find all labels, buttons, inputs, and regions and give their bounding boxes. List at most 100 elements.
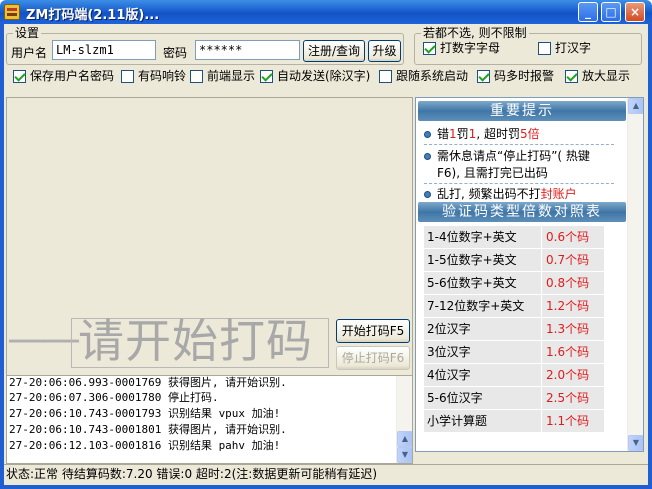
checkbox-label: 有码响铃 <box>138 69 187 83</box>
table-cell-type: 7-12位数字+英文 <box>424 295 542 317</box>
checkbox-empty <box>379 69 392 83</box>
settings-legend: 设置 <box>13 26 42 40</box>
table-cell-type: 4位汉字 <box>424 364 542 386</box>
checkbox-chinese[interactable]: 打汉字 <box>538 41 591 55</box>
scroll-down-icon[interactable]: ▼ <box>397 447 412 463</box>
checkbox-empty <box>538 41 551 55</box>
table-cell-type: 5-6位数字+英文 <box>424 272 542 294</box>
tip-ban: 乱打, 频繁出码不打封账户 <box>424 185 577 203</box>
status-bar: 状态:正常 待结算码数:7.20 错误:0 超时:2(注:数据更新可能稍有延迟) <box>4 464 648 483</box>
table-row: 5-6位数字+英文 0.8个码 <box>424 272 604 294</box>
close-button[interactable]: × <box>625 2 645 22</box>
captcha-panel: —— 请开始打码 开始打码F5 停止打码F6 27-20:06:06.993-0… <box>6 97 413 464</box>
log-line: 27-20:06:06.993-0001769 获得图片, 请开始识别. <box>9 376 287 389</box>
table-cell-value: 0.7个码 <box>542 249 604 271</box>
table-row: 1-4位数字+英文 0.6个码 <box>424 226 604 248</box>
limits-legend: 若都不选, 则不限制 <box>421 26 529 40</box>
minimize-button[interactable]: _ <box>578 2 598 22</box>
log-scrollbar[interactable]: ▲ ▼ <box>396 376 412 463</box>
table-cell-value: 1.1个码 <box>542 410 604 432</box>
stop-button[interactable]: 停止打码F6 <box>336 346 410 370</box>
checkbox-letters-digits[interactable]: 打数字字母 <box>423 41 500 55</box>
checkmark-icon <box>260 69 273 83</box>
start-button[interactable]: 开始打码F5 <box>336 319 410 343</box>
checkbox-zoom-display[interactable]: 放大显示 <box>565 69 630 83</box>
scroll-up-icon[interactable]: ▲ <box>397 431 412 447</box>
table-row: 5-6位汉字 2.5个码 <box>424 387 604 409</box>
checkmark-icon <box>477 69 490 83</box>
app-icon <box>4 4 20 20</box>
scroll-down-icon[interactable]: ▼ <box>628 435 643 451</box>
table-cell-type: 2位汉字 <box>424 318 542 340</box>
checkbox-label: 跟随系统启动 <box>396 69 469 83</box>
tip-rest: 需休息请点“停止打码”( 热键 <box>424 147 590 165</box>
bullet-icon <box>424 191 431 198</box>
table-cell-type: 1-4位数字+英文 <box>424 226 542 248</box>
username-field[interactable]: LM-slzm1 <box>52 40 156 60</box>
table-header: 验证码类型倍数对照表 <box>418 202 626 222</box>
title-bar[interactable]: ZM打码端(2.11版)... _ □ × <box>0 0 652 24</box>
table-row: 4位汉字 2.0个码 <box>424 364 604 386</box>
checkbox-label: 前端显示 <box>207 69 256 83</box>
checkbox-label: 自动发送(除汉字) <box>277 69 371 83</box>
captcha-dash: —— <box>7 316 81 362</box>
window-frame-bottom <box>0 485 652 489</box>
checkbox-sound-alert[interactable]: 有码响铃 <box>121 69 186 83</box>
log-line: 27-20:06:07.306-0001780 停止打码. <box>9 391 219 404</box>
checkbox-empty <box>190 69 203 83</box>
bullet-icon <box>424 131 431 138</box>
checkbox-label: 保存用户名密码 <box>30 69 115 83</box>
checkmark-icon <box>13 69 26 83</box>
checkmark-icon <box>565 69 578 83</box>
table-cell-value: 2.0个码 <box>542 364 604 386</box>
checkbox-bring-front[interactable]: 前端显示 <box>190 69 255 83</box>
checkmark-icon <box>423 41 436 55</box>
upgrade-button[interactable]: 升级 <box>368 40 401 62</box>
checkbox-save-credentials[interactable]: 保存用户名密码 <box>13 69 114 83</box>
log-line: 27-20:06:10.743-0001793 识别结果 vpux 加油! <box>9 407 281 420</box>
username-label: 用户名 <box>11 46 48 60</box>
table-cell-value: 0.6个码 <box>542 226 604 248</box>
table-row: 1-5位数字+英文 0.7个码 <box>424 249 604 271</box>
window-frame-right <box>648 24 652 489</box>
checkbox-label: 码多时报警 <box>494 69 555 83</box>
tips-header: 重要提示 <box>418 101 626 121</box>
table-cell-value: 2.5个码 <box>542 387 604 409</box>
tip-separator <box>424 183 614 184</box>
table-row: 3位汉字 1.6个码 <box>424 341 604 363</box>
checkbox-overload-alarm[interactable]: 码多时报警 <box>477 69 554 83</box>
maximize-button[interactable]: □ <box>601 2 621 22</box>
checkbox-label: 放大显示 <box>582 69 631 83</box>
log-list[interactable]: 27-20:06:06.993-0001769 获得图片, 请开始识别. 27-… <box>7 375 412 463</box>
checkbox-auto-send[interactable]: 自动发送(除汉字) <box>260 69 370 83</box>
table-row: 2位汉字 1.3个码 <box>424 318 604 340</box>
password-label: 密码 <box>163 46 188 60</box>
password-field[interactable]: ****** <box>195 40 300 60</box>
tip-penalty: 错1罚1, 超时罚5倍 <box>424 125 540 143</box>
checkbox-empty <box>121 69 134 83</box>
captcha-placeholder: 请开始打码 <box>78 314 313 368</box>
checkbox-label: 打汉字 <box>555 41 592 55</box>
table-cell-value: 1.3个码 <box>542 318 604 340</box>
table-cell-value: 0.8个码 <box>542 272 604 294</box>
register-query-button[interactable]: 注册/查询 <box>303 40 365 62</box>
log-line: 27-20:06:12.103-0001816 识别结果 pahv 加油! <box>9 439 281 452</box>
table-cell-type: 1-5位数字+英文 <box>424 249 542 271</box>
checkbox-label: 打数字字母 <box>440 41 501 55</box>
table-cell-type: 3位汉字 <box>424 341 542 363</box>
client-area: 设置 用户名 LM-slzm1 密码 ****** 注册/查询 升级 若都不选,… <box>4 24 648 485</box>
table-row: 7-12位数字+英文 1.2个码 <box>424 295 604 317</box>
table-cell-value: 1.6个码 <box>542 341 604 363</box>
bullet-icon <box>424 153 431 160</box>
table-cell-type: 5-6位汉字 <box>424 387 542 409</box>
window-title: ZM打码端(2.11版)... <box>26 8 160 23</box>
log-line: 27-20:06:10.743-0001801 获得图片, 请开始识别. <box>9 423 287 436</box>
checkbox-autostart[interactable]: 跟随系统启动 <box>379 69 468 83</box>
scroll-up-icon[interactable]: ▲ <box>628 98 643 114</box>
tip-separator <box>424 144 614 145</box>
info-scrollbar[interactable]: ▲ ▼ <box>627 98 643 451</box>
table-cell-type: 小学计算题 <box>424 410 542 432</box>
table-cell-value: 1.2个码 <box>542 295 604 317</box>
captcha-input[interactable]: 请开始打码 <box>71 314 329 368</box>
table-row: 小学计算题 1.1个码 <box>424 410 604 432</box>
